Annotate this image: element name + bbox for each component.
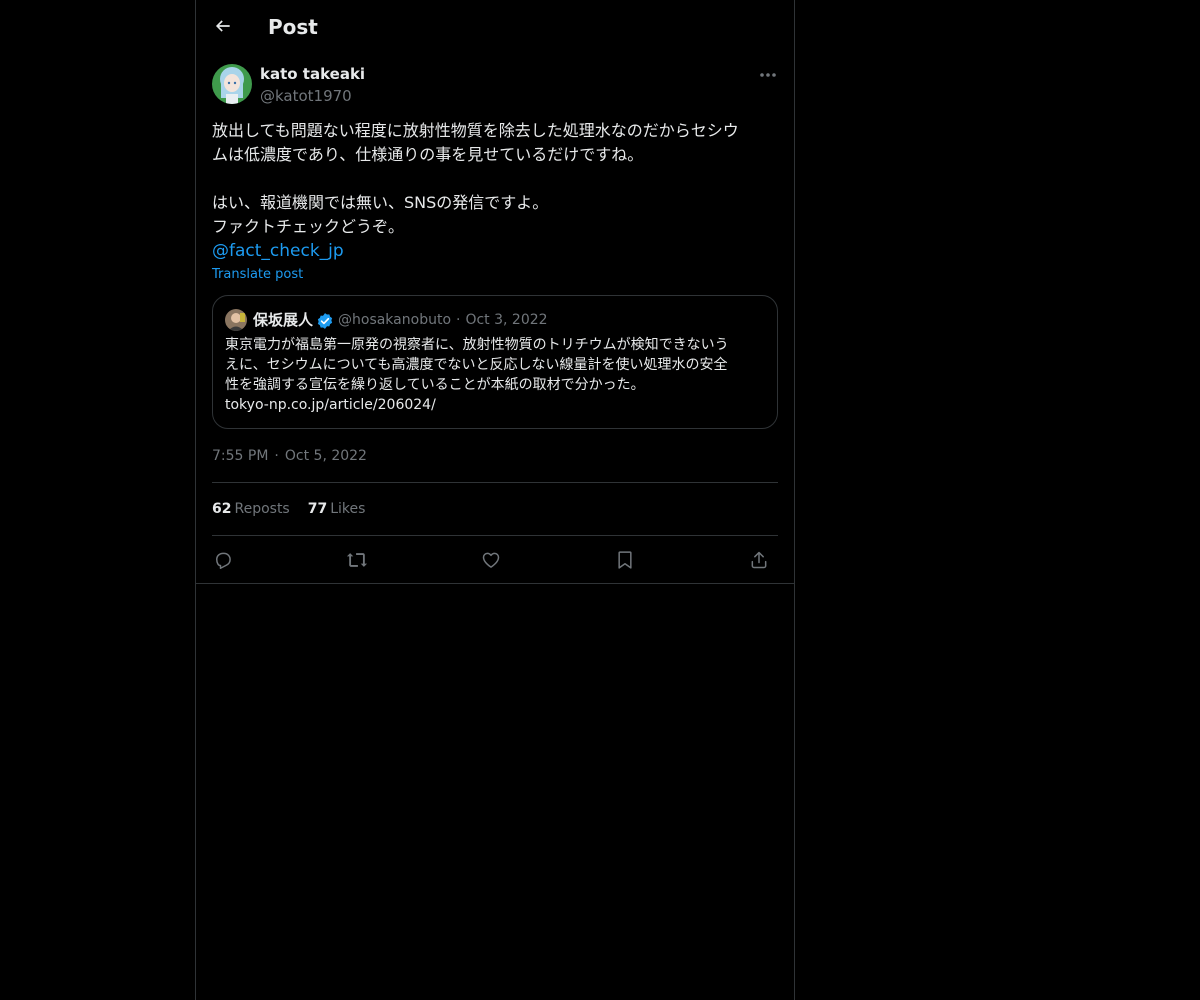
quoted-link-text: tokyo-np.co.jp/article/206024/: [225, 397, 436, 413]
post-text-line: ムは低濃度であり、仕様通りの事を見せているだけですね。: [212, 145, 644, 164]
translate-post-link[interactable]: Translate post: [212, 266, 303, 284]
time-separator: ·: [274, 448, 279, 464]
share-button[interactable]: [744, 545, 774, 575]
divider: [212, 482, 778, 483]
anime-character-avatar-icon: [212, 64, 252, 104]
page-header: Post: [196, 0, 794, 53]
likes-count: 77: [307, 501, 328, 517]
repost-button[interactable]: [342, 545, 372, 575]
reposts-label: Reposts: [234, 501, 290, 517]
meta-separator: ·: [456, 312, 461, 328]
verified-badge-icon: [317, 313, 333, 329]
author-handle[interactable]: @katot1970: [260, 86, 352, 106]
quoted-author-avatar: [225, 309, 247, 331]
reply-button[interactable]: [208, 545, 238, 575]
quoted-text-line: 性を強調する宣伝を繰り返していることが本紙の取材で分かった。: [225, 377, 645, 393]
post-stats: 62 Reposts 77 Likes: [212, 499, 383, 519]
ellipsis-icon: [760, 73, 776, 77]
action-bar: [212, 545, 778, 575]
reposts-stat[interactable]: 62 Reposts: [212, 499, 290, 519]
share-icon: [751, 551, 767, 569]
quoted-post-text: 東京電力が福島第一原発の視察者に、放射性物質のトリチウムが検知できないう えに、…: [225, 335, 769, 415]
quoted-text-line: 東京電力が福島第一原発の視察者に、放射性物質のトリチウムが検知できないう: [225, 337, 729, 353]
post-text-line: 放出しても問題ない程度に放射性物質を除去した処理水なのだからセシウ: [212, 121, 739, 140]
more-options-button[interactable]: [756, 64, 780, 86]
quoted-post-meta: @hosakanobuto · Oct 3, 2022: [338, 310, 548, 330]
divider: [212, 535, 778, 536]
arrow-left-icon: [215, 20, 230, 32]
author-name[interactable]: kato takeaki: [260, 64, 365, 84]
post-text-line: ファクトチェックどうぞ。: [212, 217, 405, 236]
back-button[interactable]: [208, 11, 238, 41]
person-photo-icon: [225, 309, 247, 331]
quoted-author-handle: @hosakanobuto: [338, 312, 452, 328]
quoted-author-name: 保坂展人: [253, 311, 314, 329]
repost-icon: [346, 553, 368, 567]
like-button[interactable]: [476, 545, 506, 575]
likes-label: Likes: [330, 501, 366, 517]
post-date: Oct 5, 2022: [284, 448, 367, 464]
reposts-count: 62: [212, 501, 232, 517]
quoted-text-line: えに、セシウムについても高濃度でないと反応しない線量計を使い処理水の安全: [225, 357, 728, 373]
post-time: 7:55 PM: [212, 448, 269, 464]
quoted-post-date: Oct 3, 2022: [465, 312, 548, 328]
post-detail-column: Post kato takeaki @katot1970 放出しても問題ない程度…: [195, 0, 795, 1000]
post-text: 放出しても問題ない程度に放射性物質を除去した処理水なのだからセシウ ムは低濃度で…: [212, 119, 778, 263]
quoted-post[interactable]: 保坂展人 @hosakanobuto · Oct 3, 2022 東京電力が福島第一…: [212, 295, 778, 429]
bookmark-button[interactable]: [610, 545, 640, 575]
divider: [196, 583, 794, 584]
bookmark-icon: [618, 551, 632, 569]
mention-link[interactable]: @fact_check_jp: [212, 239, 778, 263]
post-text-line: はい、報道機関では無い、SNSの発信ですよ。: [212, 193, 549, 212]
author-avatar[interactable]: [212, 64, 252, 104]
reply-icon: [216, 552, 231, 569]
likes-stat[interactable]: 77 Likes: [308, 499, 366, 519]
heart-icon: [482, 552, 500, 568]
page-title: Post: [268, 15, 318, 39]
post-text-line: [212, 167, 778, 191]
post-timestamp[interactable]: 7:55 PM · Oct 5, 2022: [212, 446, 367, 466]
